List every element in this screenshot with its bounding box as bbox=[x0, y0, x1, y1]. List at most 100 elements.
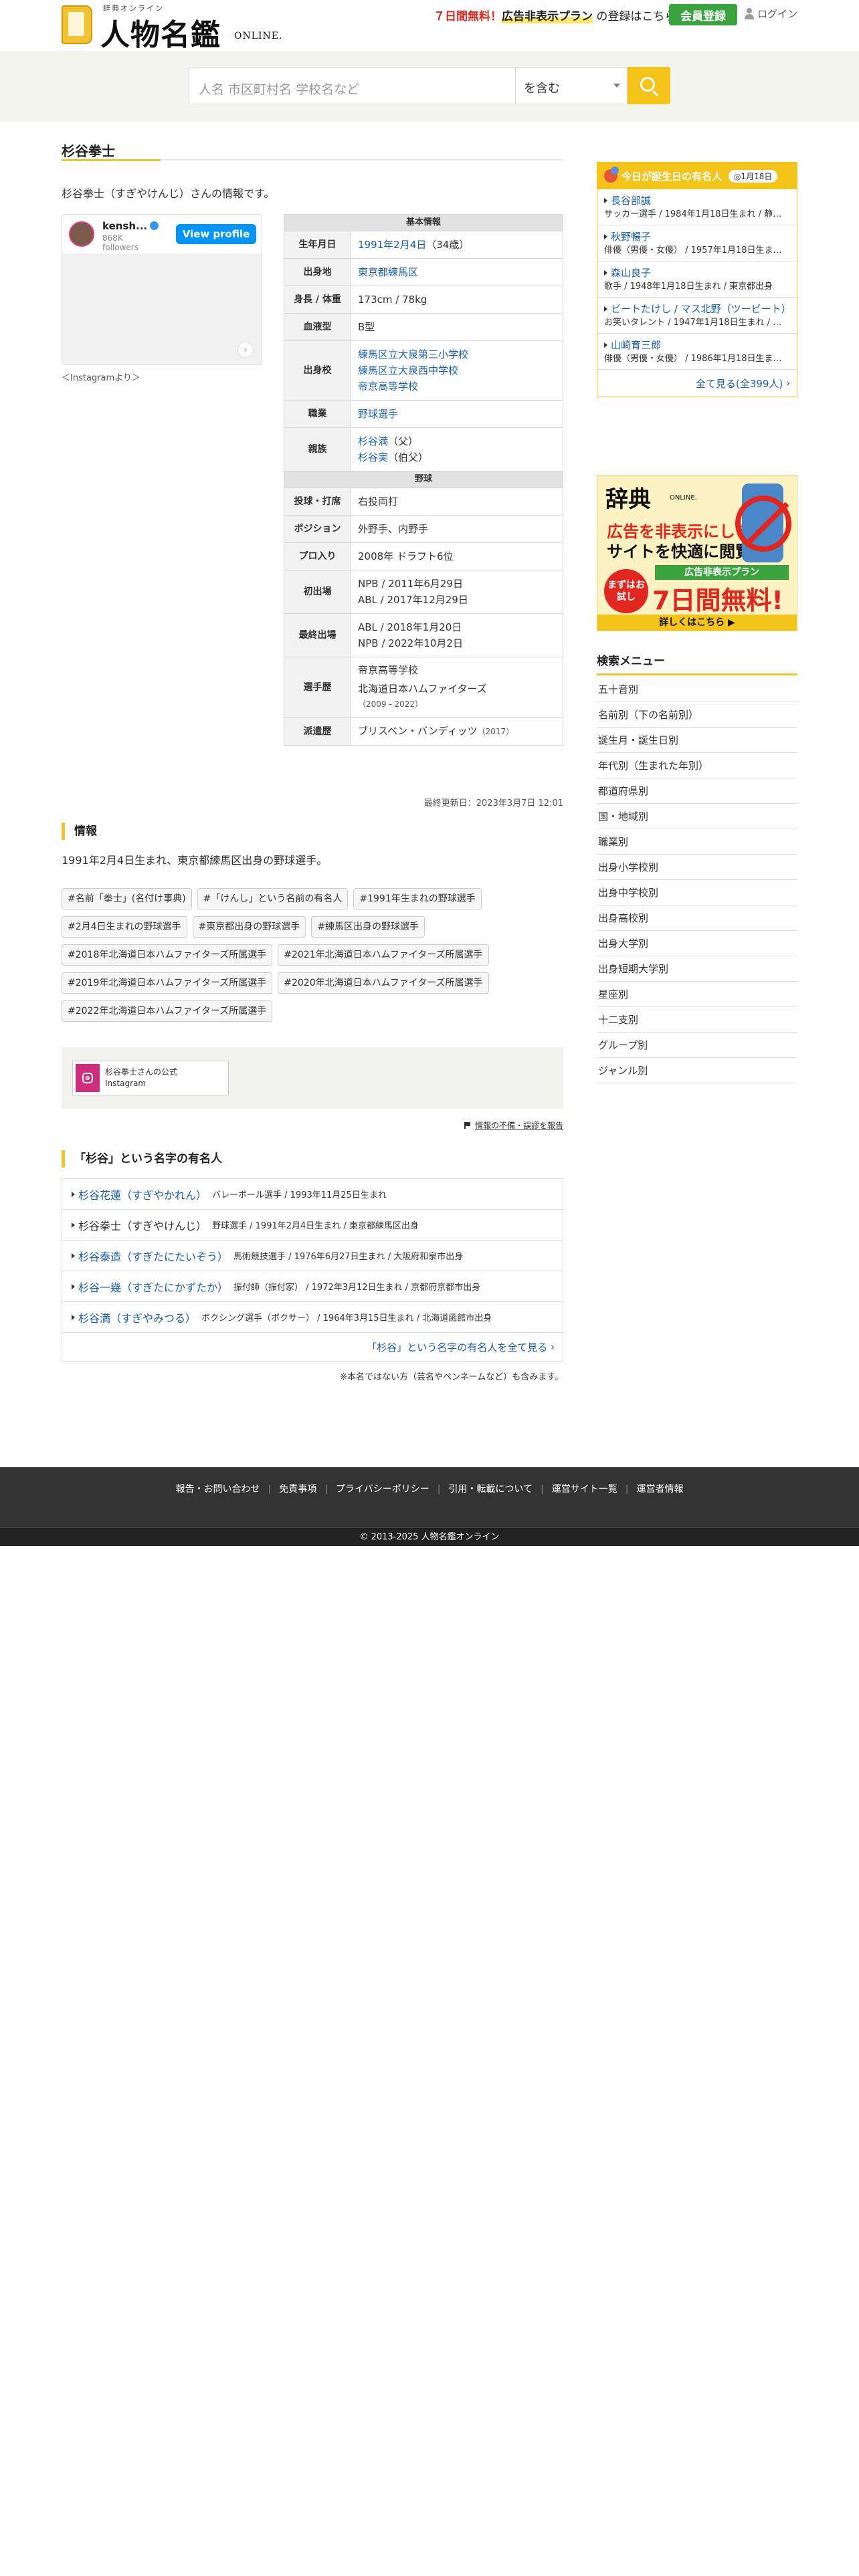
birthday-person-desc: 俳優（男優・女優） / 1986年1月18日生まれ / 東京都出身 bbox=[604, 354, 790, 364]
search-menu-item[interactable]: 出身小学校別 bbox=[597, 855, 797, 880]
birthday-person-name[interactable]: 山崎育三郎 bbox=[604, 338, 790, 352]
birthday-person-name[interactable]: ビートたけし / マス北野（ツービート） bbox=[604, 302, 791, 316]
profile-table: 基本情報 生年月日 1991年2月4日（34歳） 出身地 東京都練馬区 身長 / 体… bbox=[284, 214, 563, 746]
surname-person-name[interactable]: 杉谷泰造（すぎたにたいぞう） bbox=[78, 1248, 228, 1264]
search-input[interactable]: 人名 市区町村名 学校名など bbox=[189, 67, 515, 104]
surname-person-name[interactable]: 杉谷花蓮（すぎやかれん） bbox=[78, 1186, 207, 1202]
surname-note: ※本名ではない方（芸名やペンネームなど）も含みます。 bbox=[340, 1372, 563, 1382]
search-menu-item[interactable]: 誕生月・誕生日別 bbox=[597, 728, 797, 753]
relative-link-uncle[interactable]: 杉谷実 bbox=[358, 451, 388, 463]
search-menu-item[interactable]: 職業別 bbox=[597, 829, 797, 855]
footer-link[interactable]: 報告・お問い合わせ bbox=[176, 1484, 260, 1495]
instagram-header: kensh... 868K followers View profile bbox=[62, 215, 262, 253]
row-schools: 出身校 練馬区立大泉第三小学校 練馬区立大泉西中学校 帝京高等学校 bbox=[284, 340, 563, 401]
login-link[interactable]: ログイン bbox=[744, 7, 797, 21]
surname-person-name[interactable]: 杉谷一幾（すぎたにかずたか） bbox=[78, 1279, 228, 1295]
follower-count: 868K followers bbox=[102, 233, 138, 252]
surname-list-item[interactable]: 杉谷花蓮（すぎやかれん） バレーボール選手 / 1993年11月25日生まれ bbox=[62, 1179, 563, 1210]
tag-link[interactable]: #「けんし」という名前の有名人 bbox=[197, 888, 349, 909]
birthday-person-name[interactable]: 長谷部誠 bbox=[604, 193, 790, 208]
occupation-link[interactable]: 野球選手 bbox=[358, 408, 398, 420]
tag-link[interactable]: #2018年北海道日本ハムファイターズ所属選手 bbox=[62, 944, 273, 966]
birthday-person-desc: お笑いタレント / 1947年1月18日生まれ / 東京都出身 bbox=[604, 318, 790, 328]
search-menu-item[interactable]: 十二支別 bbox=[597, 1007, 797, 1033]
surname-list-item[interactable]: 杉谷一幾（すぎたにかずたか） 振付師（振付家） / 1972年3月12日生まれ /… bbox=[62, 1271, 563, 1302]
surname-list-item[interactable]: 杉谷拳士（すぎやけんじ） 野球選手 / 1991年2月4日生まれ / 東京都練馬区… bbox=[62, 1210, 563, 1241]
birthday-widget-header: 今日が誕生日の有名人 ◎1月18日 bbox=[597, 163, 797, 189]
tag-link[interactable]: #名前「拳士」(名付け事典) bbox=[62, 888, 192, 909]
official-instagram-link[interactable]: 杉谷拳士さんの公式 Instagram bbox=[72, 1061, 229, 1095]
report-error-link[interactable]: 情報の不備・誤謬を報告 bbox=[401, 1119, 563, 1131]
row-birthday: 生年月日 1991年2月4日（34歳） bbox=[284, 231, 563, 259]
birthday-link[interactable]: 1991年2月4日 bbox=[358, 239, 426, 251]
search-menu-item[interactable]: 都道府県別 bbox=[597, 778, 797, 804]
tag-link[interactable]: #2022年北海道日本ハムファイターズ所属選手 bbox=[62, 1000, 273, 1022]
register-button[interactable]: 会員登録 bbox=[669, 4, 737, 25]
search-menu-item[interactable]: 名前別（下の名前別） bbox=[597, 702, 797, 728]
footer-separator: | bbox=[437, 1484, 441, 1495]
tag-link[interactable]: #2020年北海道日本ハムファイターズ所属選手 bbox=[278, 972, 489, 994]
surname-person-name[interactable]: 杉谷満（すぎやみつる） bbox=[78, 1309, 196, 1325]
school-link-high[interactable]: 帝京高等学校 bbox=[358, 381, 418, 393]
chevron-right-icon[interactable]: › bbox=[237, 342, 254, 358]
birthday-list: 長谷部誠 サッカー選手 / 1984年1月18日生まれ / 静岡県出身 秋野暢子 俳優… bbox=[597, 189, 797, 370]
footer-link[interactable]: プライバシーポリシー bbox=[336, 1484, 430, 1495]
birthday-see-all-link[interactable]: 全て見る(全399人) › bbox=[597, 370, 797, 397]
school-link-junior-high[interactable]: 練馬区立大泉西中学校 bbox=[358, 364, 458, 377]
tag-link[interactable]: #1991年生まれの野球選手 bbox=[353, 888, 482, 909]
login-label: ログイン bbox=[757, 8, 798, 20]
tag-link[interactable]: #練馬区出身の野球選手 bbox=[311, 916, 425, 938]
birthday-list-item[interactable]: ビートたけし / マス北野（ツービート） お笑いタレント / 1947年1月18日… bbox=[597, 298, 797, 334]
instagram-embed[interactable]: kensh... 868K followers View profile › bbox=[62, 214, 262, 365]
footer-link[interactable]: 運営者情報 bbox=[636, 1484, 683, 1495]
tag-link[interactable]: #東京都出身の野球選手 bbox=[192, 916, 306, 938]
avatar[interactable] bbox=[69, 221, 94, 247]
surname-person-desc: 野球選手 / 1991年2月4日生まれ / 東京都練馬区出身 bbox=[212, 1221, 419, 1231]
birthday-person-desc: 俳優（男優・女優） / 1957年1月18日生まれ / 大阪府出身 bbox=[604, 245, 790, 255]
birthplace-link[interactable]: 東京都練馬区 bbox=[358, 266, 418, 278]
birthday-list-item[interactable]: 森山良子 歌手 / 1948年1月18日生まれ / 東京都出身 bbox=[597, 261, 797, 298]
birthday-person-name[interactable]: 森山良子 bbox=[604, 265, 790, 280]
search-menu-item[interactable]: 五十音別 bbox=[597, 677, 797, 702]
chevron-down-icon bbox=[613, 84, 620, 88]
site-footer: 報告・お問い合わせ | 免責事項 | プライバシーポリシー | 引用・転載について | 運営サイ… bbox=[0, 1467, 859, 1527]
surname-person-desc: バレーボール選手 / 1993年11月25日生まれ bbox=[212, 1190, 387, 1200]
search-menu-item[interactable]: グループ別 bbox=[597, 1033, 797, 1058]
school-link-elementary[interactable]: 練馬区立大泉第三小学校 bbox=[358, 348, 468, 360]
search-menu-item[interactable]: 出身高校別 bbox=[597, 905, 797, 931]
search-menu-item[interactable]: 年代別（生まれた年別） bbox=[597, 753, 797, 778]
search-button[interactable] bbox=[628, 67, 670, 104]
search-menu-item[interactable]: 出身短期大学別 bbox=[597, 956, 797, 982]
search-menu-item[interactable]: 星座別 bbox=[597, 982, 797, 1007]
footer-link[interactable]: 免責事項 bbox=[279, 1484, 316, 1495]
promo-free: ７日間無料！ bbox=[434, 10, 502, 23]
view-profile-button[interactable]: View profile bbox=[176, 224, 256, 244]
footer-link[interactable]: 運営サイト一覧 bbox=[552, 1484, 617, 1495]
surname-see-all-link[interactable]: 「杉谷」という名字の有名人を全て見る › bbox=[62, 1333, 563, 1361]
birthday-list-item[interactable]: 山崎育三郎俳優（男優・女優） / 1986年1月18日生まれ / 東京都出身 bbox=[597, 334, 797, 370]
ad-free-plan-banner[interactable]: 辞典 ONLINE. 広告を非表示にして サイトを快適に閲覧 まずはお試し 広告… bbox=[597, 475, 797, 631]
footer-separator: | bbox=[324, 1484, 328, 1495]
triangle-right-icon bbox=[72, 1191, 75, 1197]
search-mode-select[interactable]: を含む bbox=[515, 67, 628, 104]
promo-rest: の登録はこちら bbox=[596, 10, 676, 23]
search-menu-item[interactable]: 出身中学校別 bbox=[597, 880, 797, 905]
tag-link[interactable]: #2019年北海道日本ハムファイターズ所属選手 bbox=[62, 972, 273, 994]
row-birthplace: 出身地 東京都練馬区 bbox=[284, 258, 563, 286]
search-menu-item[interactable]: 国・地域別 bbox=[597, 804, 797, 829]
footer-link[interactable]: 引用・転載について bbox=[448, 1484, 533, 1495]
birthday-list-item[interactable]: 秋野暢子俳優（男優・女優） / 1957年1月18日生まれ / 大阪府出身 bbox=[597, 225, 797, 261]
birthday-person-name[interactable]: 秋野暢子 bbox=[604, 229, 790, 244]
birthday-list-item[interactable]: 長谷部誠 サッカー選手 / 1984年1月18日生まれ / 静岡県出身 bbox=[597, 189, 797, 225]
search-menu-item[interactable]: ジャンル別 bbox=[597, 1058, 797, 1083]
ad-free-promo-link[interactable]: ７日間無料！広告非表示プラン の登録はこちら bbox=[434, 7, 676, 23]
surname-list-item[interactable]: 杉谷泰造（すぎたにたいぞう） 馬術競技選手 / 1976年6月27日生まれ / 大… bbox=[62, 1241, 563, 1271]
search-menu-item[interactable]: 出身大学別 bbox=[597, 931, 797, 956]
instagram-username[interactable]: kensh... bbox=[102, 220, 159, 232]
tag-link[interactable]: #2月4日生まれの野球選手 bbox=[62, 916, 187, 938]
surname-list-item[interactable]: 杉谷満（すぎやみつる） ボクシング選手（ボクサー） / 1964年3月15日生まれ… bbox=[62, 1302, 563, 1333]
tag-link[interactable]: #2021年北海道日本ハムファイターズ所属選手 bbox=[278, 944, 489, 966]
relative-link-father[interactable]: 杉谷満 bbox=[358, 435, 388, 447]
instagram-icon bbox=[76, 1064, 100, 1092]
site-logo[interactable]: 辞典オンライン 人物名鑑 ONLINE. bbox=[62, 3, 282, 52]
